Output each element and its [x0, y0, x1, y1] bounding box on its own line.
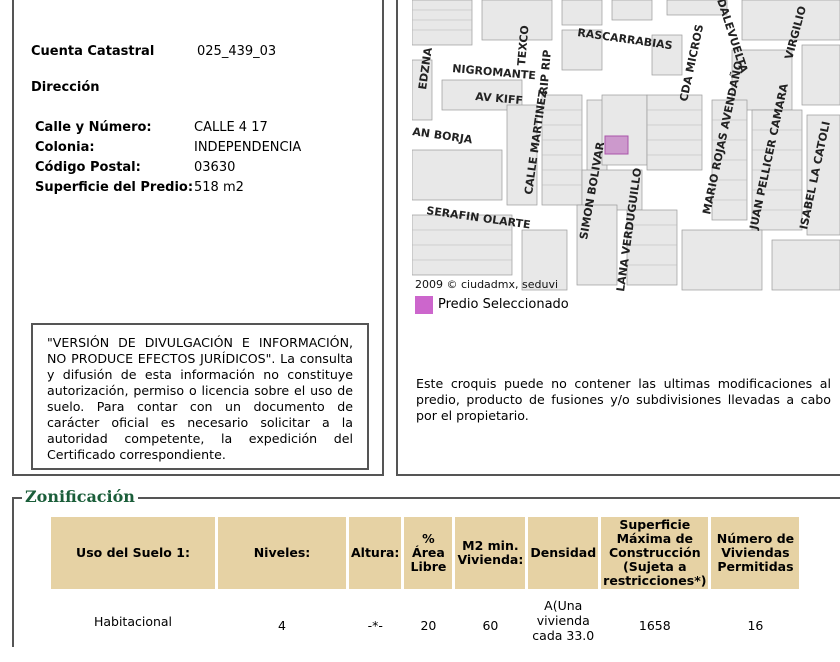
cell-superficie-maxima: 1658: [638, 618, 671, 633]
cuenta-catastral-label: Cuenta Catastral: [31, 44, 155, 59]
street-texco: TEXCO: [515, 25, 531, 67]
table-row: Habitacional 4 -*- 20 60 A(Una vivienda …: [51, 592, 799, 659]
croquis-map[interactable]: RASCARRABIAS NIGROMANTE AV KIFF AN BORJA…: [412, 0, 840, 292]
col-uso-suelo: Uso del Suelo 1:: [51, 517, 215, 589]
legal-disclaimer: "VERSIÓN DE DIVULGACIÓN E INFORMACIÓN, N…: [31, 323, 369, 470]
cuenta-catastral-value: 025_439_03: [197, 44, 277, 59]
selected-parcel: [604, 135, 629, 155]
cell-uso-suelo: Habitacional: [93, 614, 173, 629]
superficie-label: Superficie del Predio:: [35, 180, 194, 195]
map-graphic: RASCARRABIAS NIGROMANTE AV KIFF AN BORJA…: [412, 0, 840, 292]
legend-label: Predio Seleccionado: [438, 297, 569, 312]
direccion-label: Dirección: [31, 80, 100, 95]
col-densidad: Densidad: [528, 517, 599, 589]
cell-altura: -*-: [367, 618, 383, 633]
codigo-postal-value: 03630: [194, 160, 236, 175]
cell-numero-viviendas: 16: [747, 618, 764, 633]
colonia-label: Colonia:: [35, 140, 95, 155]
calle-label: Calle y Número:: [35, 120, 152, 135]
col-area-libre: % Área Libre: [404, 517, 453, 589]
col-numero-viviendas: Número de Viviendas Permitidas: [711, 517, 800, 589]
table-header-row: Uso del Suelo 1: Niveles: Altura: % Área…: [51, 517, 800, 589]
street-an-borja: AN BORJA: [412, 125, 474, 146]
codigo-postal-label: Código Postal:: [35, 160, 141, 175]
cell-area-libre: 20: [420, 618, 437, 633]
col-altura: Altura:: [349, 517, 402, 589]
superficie-value: 518 m2: [194, 180, 244, 195]
map-copyright: 2009 © ciudadmx, seduvi: [415, 278, 558, 291]
col-superficie-maxima: Superficie Máxima de Construcción (Sujet…: [601, 517, 709, 589]
cell-densidad: A(Una vivienda cada 33.0: [532, 598, 595, 643]
calle-value: CALLE 4 17: [194, 120, 268, 135]
colonia-value: INDEPENDENCIA: [194, 140, 302, 155]
cell-niveles: 4: [278, 618, 286, 633]
cell-m2-min-vivienda: 60: [482, 618, 499, 633]
col-niveles: Niveles:: [218, 517, 346, 589]
zonificacion-title: Zonificación: [22, 487, 138, 506]
croquis-note: Este croquis puede no contener las ultim…: [416, 376, 831, 423]
zonificacion-table: Uso del Suelo 1: Niveles: Altura: % Área…: [48, 514, 802, 662]
legend-swatch-icon: [415, 296, 433, 314]
col-m2-min-vivienda: M2 min. Vivienda:: [455, 517, 526, 589]
street-rip-rip: RIP RIP: [537, 49, 554, 95]
